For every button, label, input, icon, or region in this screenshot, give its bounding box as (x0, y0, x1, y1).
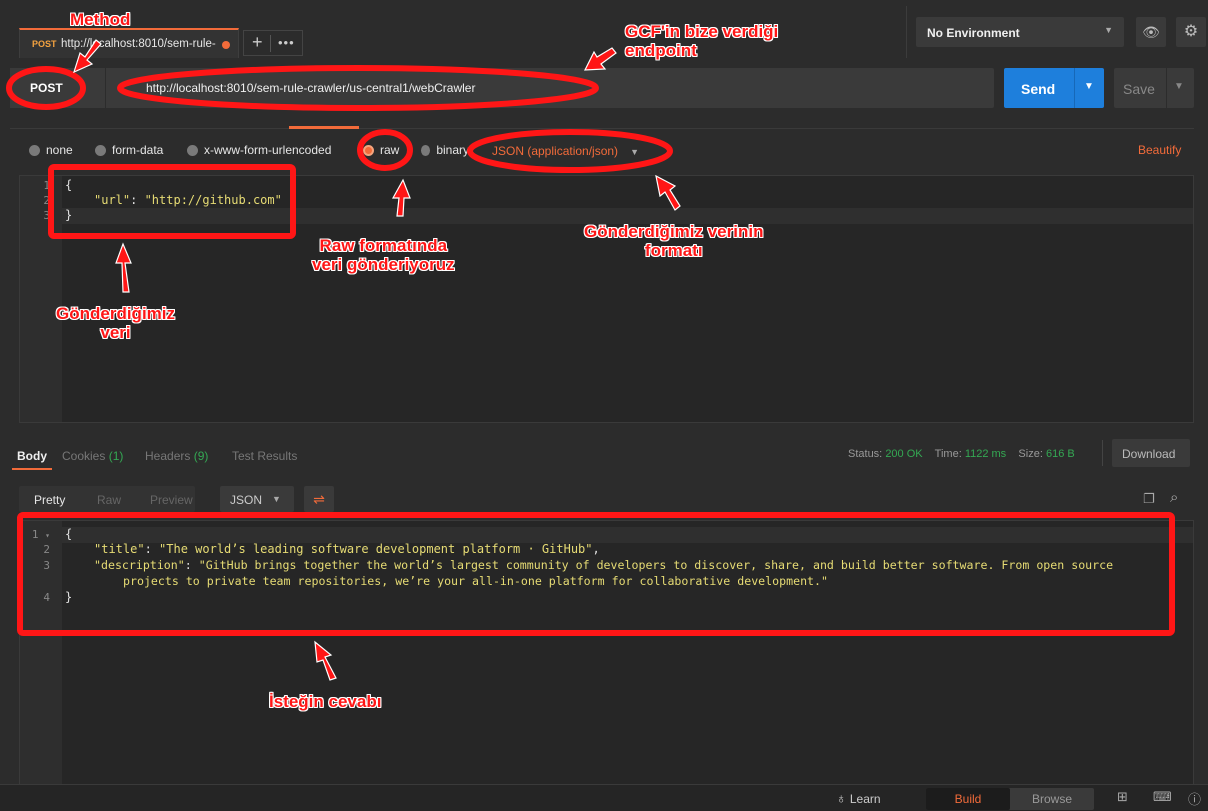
request-body-highlight (48, 164, 296, 239)
annotation-request-data: Gönderdiğimiz veri (56, 304, 175, 342)
arrow-icon (655, 174, 681, 211)
annotation-arrows (73, 39, 681, 681)
arrow-icon (73, 39, 102, 74)
endpoint-highlight (117, 65, 599, 111)
method-highlight (6, 66, 86, 110)
response-body-highlight (17, 512, 1175, 636)
annotation-raw: Raw formatında veri gönderiyoruz (312, 236, 455, 274)
annotation-method: Method (70, 10, 131, 29)
annotation-endpoint: GCF'in bize verdiği endpoint (625, 22, 779, 60)
arrow-icon (391, 178, 411, 217)
annotation-response: İsteğin cevabı (269, 692, 382, 711)
annotation-overlay (6, 39, 1175, 681)
format-highlight (467, 129, 673, 173)
arrow-icon (584, 47, 617, 71)
annotation-format: Gönderdiğimiz verinin formatı (584, 222, 764, 260)
arrow-icon (115, 242, 132, 293)
arrow-icon (314, 640, 337, 681)
raw-highlight (357, 129, 413, 171)
